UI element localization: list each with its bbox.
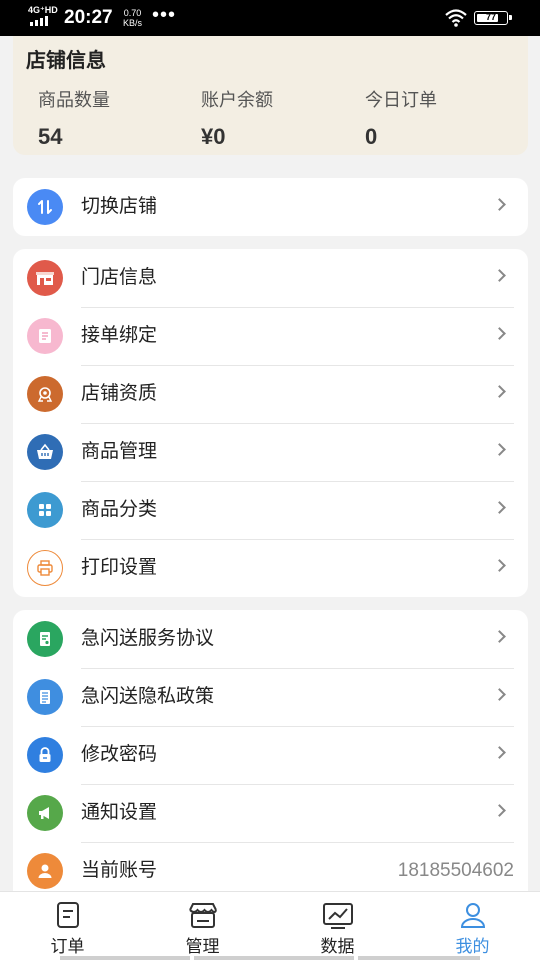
chevron-right-icon [493, 559, 506, 572]
chevron-right-icon [493, 746, 506, 759]
menu-item-order-binding[interactable]: 接单绑定 [13, 307, 528, 365]
battery-level: 77 [485, 12, 496, 22]
network-indicator: 4G⁺HD [28, 5, 58, 15]
menu-item-label: 修改密码 [81, 744, 158, 765]
menu-item-service-agreement[interactable]: 急闪送服务协议 [13, 610, 528, 668]
speed-value: 0.70 [123, 8, 142, 18]
speed-unit: KB/s [123, 18, 143, 28]
store-settings-card: 门店信息 接单绑定 店铺资质 商品管理 商品分类 打印设置 [13, 249, 528, 597]
menu-item-label: 店铺资质 [81, 383, 158, 404]
clock: 20:27 [64, 7, 113, 28]
signal-icon [30, 16, 48, 26]
store-info-title: 店铺信息 [26, 50, 106, 72]
tab-label: 数据 [320, 937, 355, 956]
menu-item-switch-store[interactable]: 切换店铺 [13, 178, 528, 236]
document-icon [27, 318, 63, 354]
menu-item-label: 接单绑定 [81, 325, 158, 346]
stat-label: 商品数量 [38, 90, 110, 110]
menu-item-label: 急闪送隐私政策 [81, 686, 215, 707]
stat-label: 今日订单 [365, 90, 437, 110]
gesture-bar-segment [194, 956, 354, 960]
menu-item-label: 商品管理 [81, 441, 158, 462]
certificate-icon [27, 376, 63, 412]
gesture-bar-segment [358, 956, 480, 960]
stat-label: 账户余额 [201, 90, 273, 110]
grid-icon [27, 492, 63, 528]
menu-item-label: 门店信息 [81, 267, 158, 288]
chevron-right-icon [493, 630, 506, 643]
menu-item-label: 商品分类 [81, 499, 158, 520]
network-speed: 0.70 KB/s [123, 8, 142, 28]
tab-orders[interactable]: 订单 [0, 892, 135, 960]
menu-item-notification-settings[interactable]: 通知设置 [13, 784, 528, 842]
stat-value: ¥0 [201, 124, 226, 149]
stat-today-orders[interactable]: 今日订单 0 [365, 86, 437, 150]
wifi-icon [445, 9, 467, 27]
stat-value: 0 [365, 124, 378, 149]
chevron-right-icon [493, 385, 506, 398]
tab-data[interactable]: 数据 [270, 892, 405, 960]
profile-icon [460, 903, 485, 928]
stat-account-balance[interactable]: 账户余额 ¥0 [201, 86, 273, 150]
basket-icon [27, 434, 63, 470]
battery-icon: 77 [474, 11, 512, 25]
stat-value: 54 [38, 124, 63, 149]
chart-icon [322, 903, 353, 929]
bottom-tab-bar: 订单 管理 数据 我的 [0, 891, 540, 960]
gesture-bar-segment [60, 956, 190, 960]
chevron-right-icon [493, 327, 506, 340]
menu-item-store-info[interactable]: 门店信息 [13, 249, 528, 307]
policy-icon [27, 679, 63, 715]
menu-item-product-management[interactable]: 商品管理 [13, 423, 528, 481]
lock-icon [27, 737, 63, 773]
status-bar: 4G⁺HD 20:27 0.70 KB/s ••• 77 [0, 0, 540, 36]
tab-label: 我的 [455, 937, 490, 956]
more-notifications-icon: ••• [152, 4, 177, 26]
menu-item-label: 通知设置 [81, 802, 158, 823]
storefront-icon [27, 260, 63, 296]
order-icon [56, 902, 79, 928]
tab-manage[interactable]: 管理 [135, 892, 270, 960]
switch-store-card: 切换店铺 [13, 178, 528, 236]
menu-item-print-settings[interactable]: 打印设置 [13, 539, 528, 597]
user-icon [27, 853, 63, 889]
agreement-icon [27, 621, 63, 657]
menu-item-privacy-policy[interactable]: 急闪送隐私政策 [13, 668, 528, 726]
stat-product-count[interactable]: 商品数量 54 [38, 86, 110, 150]
chevron-right-icon [493, 688, 506, 701]
menu-item-label: 急闪送服务协议 [81, 628, 215, 649]
printer-icon [27, 550, 63, 586]
menu-item-store-qualification[interactable]: 店铺资质 [13, 365, 528, 423]
menu-item-label: 打印设置 [81, 557, 158, 578]
chevron-right-icon [493, 269, 506, 282]
menu-item-label: 切换店铺 [81, 196, 158, 217]
manage-icon [188, 903, 217, 928]
switch-icon [27, 189, 63, 225]
chevron-right-icon [493, 804, 506, 817]
account-settings-card: 急闪送服务协议 急闪送隐私政策 修改密码 通知设置 当前账号 181855046… [13, 610, 528, 910]
menu-item-change-password[interactable]: 修改密码 [13, 726, 528, 784]
chevron-right-icon [493, 198, 506, 211]
tab-profile[interactable]: 我的 [405, 892, 540, 960]
tab-label: 管理 [185, 937, 220, 956]
chevron-right-icon [493, 443, 506, 456]
menu-item-product-category[interactable]: 商品分类 [13, 481, 528, 539]
tab-label: 订单 [50, 937, 85, 956]
megaphone-icon [27, 795, 63, 831]
store-info-card: 店铺信息 商品数量 54 账户余额 ¥0 今日订单 0 [13, 36, 528, 155]
chevron-right-icon [493, 501, 506, 514]
